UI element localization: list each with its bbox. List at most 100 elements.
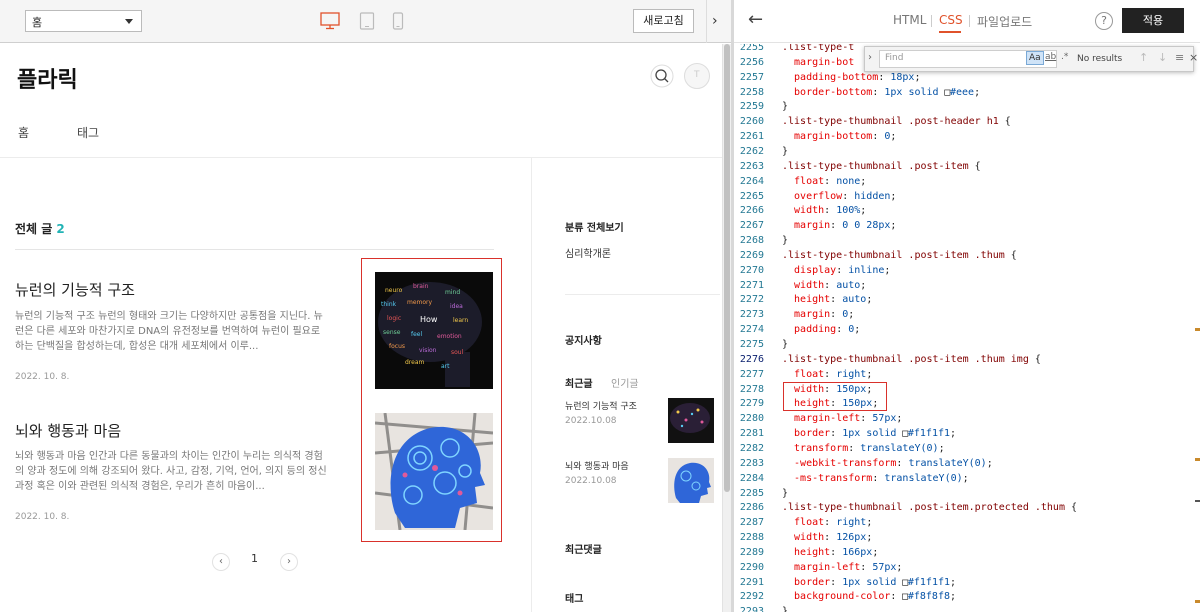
line-number: 2293: [739, 606, 764, 612]
code-line[interactable]: display: inline;: [782, 265, 890, 276]
code-line[interactable]: }: [782, 606, 788, 612]
tab-css[interactable]: CSS: [939, 13, 963, 27]
code-line[interactable]: .list-type-thumbnail .post-item .thum im…: [782, 354, 1041, 365]
post-title[interactable]: 뉴런의 기능적 구조: [15, 279, 135, 300]
nav-home[interactable]: 홈: [18, 124, 29, 141]
code-line[interactable]: }: [782, 146, 788, 157]
code-line[interactable]: .list-type-thumbnail .post-header h1 {: [782, 116, 1011, 127]
notice-heading[interactable]: 공지사항: [565, 332, 602, 347]
recent-post-title[interactable]: 뇌와 행동과 마음: [565, 459, 629, 472]
expand-replace-icon[interactable]: ›: [868, 52, 872, 63]
code-line[interactable]: border: 1px solid ■#f1f1f1;: [782, 428, 956, 439]
code-line[interactable]: .list-type-thumbnail .post-item.protecte…: [782, 502, 1077, 513]
match-case-toggle[interactable]: Aa: [1026, 51, 1044, 65]
code-token: right: [836, 517, 867, 529]
tablet-icon[interactable]: [359, 12, 375, 30]
code-line[interactable]: }: [782, 339, 788, 350]
apply-button[interactable]: 적용: [1122, 8, 1184, 33]
search-icon[interactable]: [650, 64, 674, 88]
mobile-icon[interactable]: [392, 12, 404, 30]
line-number: 2271: [739, 279, 764, 291]
nav-tag[interactable]: 태그: [77, 124, 99, 141]
code-line[interactable]: border: 1px solid ■#f1f1f1;: [782, 577, 956, 588]
profile-avatar[interactable]: T: [684, 63, 710, 89]
head-gears-image: [674, 462, 711, 503]
code-token: background-color: [782, 591, 891, 603]
post-excerpt[interactable]: 뇌와 행동과 마음 인간과 다른 동물과의 차이는 인간이 누리는 의식적 경험…: [15, 449, 331, 494]
code-token: ;: [986, 457, 993, 469]
regex-toggle[interactable]: .*: [1061, 52, 1068, 62]
tab-popular-posts[interactable]: 인기글: [611, 375, 639, 390]
code-line[interactable]: margin-bot: [782, 57, 854, 68]
code-line[interactable]: transform: translateY(0);: [782, 443, 945, 454]
code-line[interactable]: float: none;: [782, 176, 866, 187]
category-item[interactable]: 심리학개론: [565, 245, 611, 260]
collapse-chevron-icon[interactable]: ›: [712, 13, 718, 29]
whole-word-toggle[interactable]: ab: [1045, 52, 1056, 62]
code-line[interactable]: float: right;: [782, 369, 872, 380]
code-line[interactable]: height: 166px;: [782, 547, 878, 558]
css-code-area[interactable]: 2255 .list-type-t 2256 margin-bot 2257 padd…: [734, 44, 1200, 612]
code-line[interactable]: float: right;: [782, 517, 872, 528]
next-page-button[interactable]: ›: [280, 553, 298, 571]
code-line[interactable]: }: [782, 235, 788, 246]
recent-comments-heading[interactable]: 최근댓글: [565, 541, 602, 556]
code-line[interactable]: border-bottom: 1px solid ■#eee;: [782, 87, 980, 98]
page-number[interactable]: 1: [251, 552, 258, 565]
code-line[interactable]: margin-bottom: 0;: [782, 131, 896, 142]
code-line[interactable]: -webkit-transform: translateY(0);: [782, 458, 993, 469]
brain-words-image: neuro brain mind think memory idea logic How l…: [375, 272, 493, 389]
code-line[interactable]: padding: 0;: [782, 324, 860, 335]
scrollbar-thumb[interactable]: [724, 44, 730, 492]
preview-toolbar: 홈 새로고침 ›: [0, 0, 731, 43]
refresh-button[interactable]: 새로고침: [633, 9, 694, 33]
code-line[interactable]: .list-type-thumbnail .post-item .thum {: [782, 250, 1017, 261]
preview-scrollbar[interactable]: [722, 44, 731, 612]
next-match-icon[interactable]: ↓: [1158, 51, 1167, 64]
code-line[interactable]: -ms-transform: translateY(0);: [782, 473, 969, 484]
back-arrow-icon[interactable]: ←: [748, 9, 763, 30]
find-in-selection-icon[interactable]: ≡: [1175, 51, 1184, 64]
code-line[interactable]: margin: 0 0 28px;: [782, 220, 896, 231]
line-number: 2262: [739, 145, 764, 157]
code-line[interactable]: .list-type-t: [782, 44, 854, 53]
post-thumbnail[interactable]: [375, 413, 493, 530]
tab-html[interactable]: HTML: [893, 13, 926, 27]
code-line[interactable]: width: 100%;: [782, 205, 866, 216]
code-token: 1px solid: [842, 576, 903, 588]
tab-recent-posts[interactable]: 최근글: [565, 375, 593, 390]
prev-page-button[interactable]: ‹: [212, 553, 230, 571]
blog-title[interactable]: 플라릭: [17, 62, 78, 94]
desktop-icon[interactable]: [320, 12, 340, 30]
code-token: 1px solid: [842, 428, 903, 440]
recent-post-title[interactable]: 뉴런의 기능적 구조: [565, 399, 637, 412]
code-token: width: [782, 279, 825, 291]
post-thumbnail[interactable]: neuro brain mind think memory idea logic How l…: [375, 272, 493, 389]
tab-file-upload[interactable]: 파일업로드: [977, 13, 1032, 30]
code-line[interactable]: }: [782, 488, 788, 499]
code-line[interactable]: width: auto;: [782, 280, 866, 291]
code-token: inline: [848, 264, 885, 276]
code-line[interactable]: padding-bottom: 18px;: [782, 72, 920, 83]
code-line[interactable]: .list-type-thumbnail .post-item {: [782, 161, 981, 172]
code-token: :: [830, 576, 843, 588]
recent-post-thumbnail[interactable]: [668, 398, 714, 443]
category-heading[interactable]: 분류 전체보기: [565, 219, 624, 234]
code-line[interactable]: margin: 0;: [782, 309, 854, 320]
post-title[interactable]: 뇌와 행동과 마음: [15, 420, 121, 441]
tags-heading[interactable]: 태그: [565, 590, 583, 605]
code-line[interactable]: }: [782, 101, 788, 112]
code-line[interactable]: height: auto;: [782, 294, 872, 305]
help-icon[interactable]: ?: [1095, 12, 1113, 30]
code-line[interactable]: margin-left: 57px;: [782, 413, 902, 424]
recent-post-thumbnail[interactable]: [668, 458, 714, 503]
page-select[interactable]: 홈: [25, 10, 142, 32]
code-line[interactable]: margin-left: 57px;: [782, 562, 902, 573]
code-line[interactable]: background-color: ■#f8f8f8;: [782, 591, 956, 602]
editor-toolbar: ← HTML CSS 파일업로드 ? 적용: [734, 0, 1200, 43]
code-line[interactable]: width: 126px;: [782, 532, 872, 543]
post-excerpt[interactable]: 뉴런의 기능적 구조 뉴런의 형태와 크기는 다양하지만 공통점을 지닌다. 뉴…: [15, 309, 331, 354]
line-number: 2287: [739, 517, 764, 529]
code-line[interactable]: overflow: hidden;: [782, 191, 896, 202]
prev-match-icon[interactable]: ↑: [1139, 51, 1148, 64]
